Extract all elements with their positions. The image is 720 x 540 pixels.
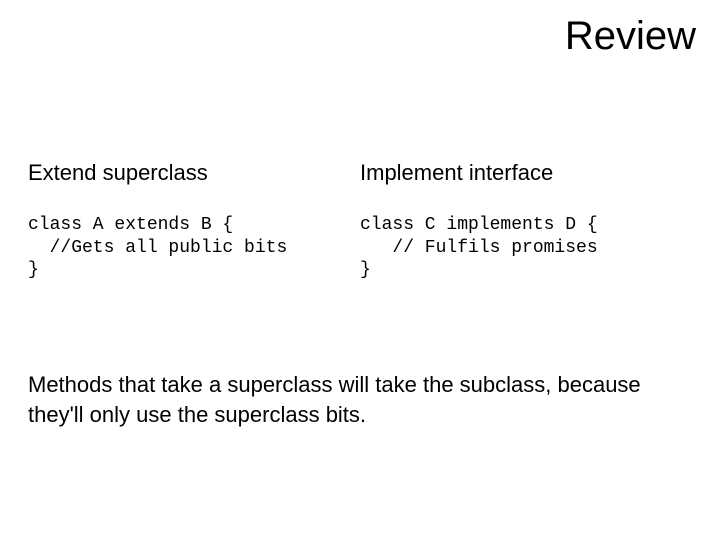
footer-text: Methods that take a superclass will take…	[28, 370, 692, 429]
slide-title: Review	[565, 14, 696, 59]
columns: Extend superclass class A extends B { //…	[28, 160, 692, 282]
right-code: class C implements D { // Fulfils promis…	[360, 214, 692, 282]
slide: Review Extend superclass class A extends…	[0, 0, 720, 540]
right-column: Implement interface class C implements D…	[360, 160, 692, 282]
right-heading: Implement interface	[360, 160, 692, 186]
left-column: Extend superclass class A extends B { //…	[28, 160, 360, 282]
left-code: class A extends B { //Gets all public bi…	[28, 214, 360, 282]
left-heading: Extend superclass	[28, 160, 360, 186]
